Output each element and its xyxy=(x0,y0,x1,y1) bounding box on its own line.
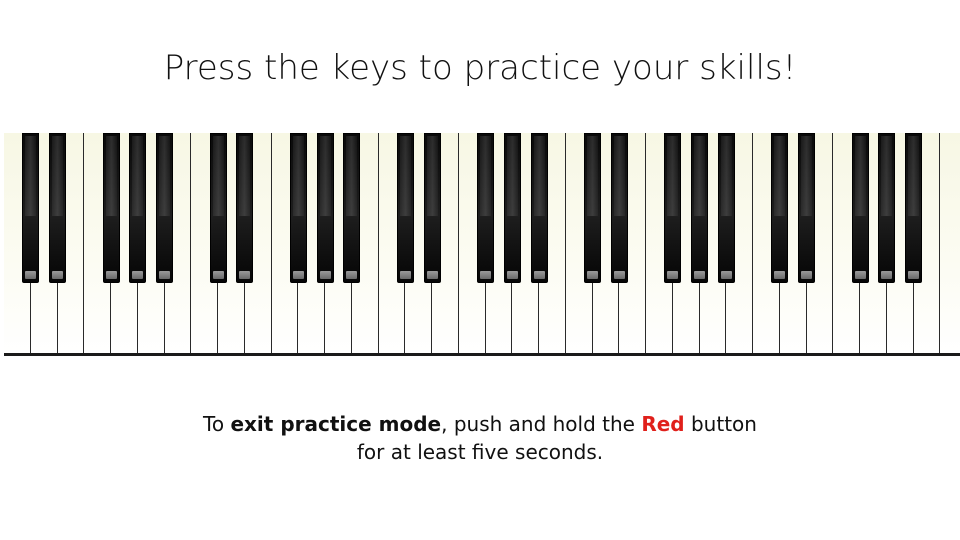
black-key-d-sharp[interactable] xyxy=(610,133,628,283)
black-key-a-sharp[interactable] xyxy=(905,133,922,283)
white-key-c[interactable] xyxy=(940,133,960,355)
page-title: Press the keys to practice your skills! xyxy=(163,48,797,88)
instructions-suffix: button xyxy=(684,412,757,436)
black-key-d-sharp[interactable] xyxy=(236,133,254,283)
black-key-g-sharp[interactable] xyxy=(878,133,896,283)
instructions-line-1: To exit practice mode, push and hold the… xyxy=(0,410,960,438)
instructions-line-2: for at least five seconds. xyxy=(356,440,604,464)
instructions-prefix: To xyxy=(203,412,231,436)
black-key-a-sharp[interactable] xyxy=(717,133,735,283)
instructions-middle: , push and hold the xyxy=(441,412,642,436)
black-key-c-sharp[interactable] xyxy=(771,133,789,283)
piano-keyboard xyxy=(4,133,960,357)
black-key-f-sharp[interactable] xyxy=(477,133,494,283)
black-key-c-sharp[interactable] xyxy=(209,133,227,283)
black-key-d-sharp[interactable] xyxy=(798,133,815,283)
black-key-g-sharp[interactable] xyxy=(691,133,708,283)
black-key-f-sharp[interactable] xyxy=(664,133,682,283)
black-key-g-sharp[interactable] xyxy=(316,133,334,283)
black-key-f-sharp[interactable] xyxy=(289,133,307,283)
black-key-g-sharp[interactable] xyxy=(129,133,147,283)
black-key-a-sharp[interactable] xyxy=(343,133,361,283)
black-key-a-sharp[interactable] xyxy=(156,133,173,283)
keyboard-baseline xyxy=(4,353,960,356)
black-key-f-sharp[interactable] xyxy=(851,133,869,283)
black-key-c-sharp[interactable] xyxy=(396,133,414,283)
black-key-c-sharp[interactable] xyxy=(584,133,601,283)
exit-instructions: To exit practice mode, push and hold the… xyxy=(0,410,960,466)
black-key-f-sharp[interactable] xyxy=(102,133,120,283)
exit-practice-mode-text: exit practice mode xyxy=(230,412,442,436)
black-key-a-sharp[interactable] xyxy=(530,133,548,283)
black-key-d-sharp[interactable] xyxy=(49,133,66,283)
black-key-d-sharp[interactable] xyxy=(423,133,441,283)
practice-screen: Press the keys to practice your skills! … xyxy=(0,0,960,540)
black-key-g-sharp[interactable] xyxy=(503,133,521,283)
red-button-label: Red xyxy=(641,412,685,436)
black-key-c-sharp[interactable] xyxy=(22,133,40,283)
